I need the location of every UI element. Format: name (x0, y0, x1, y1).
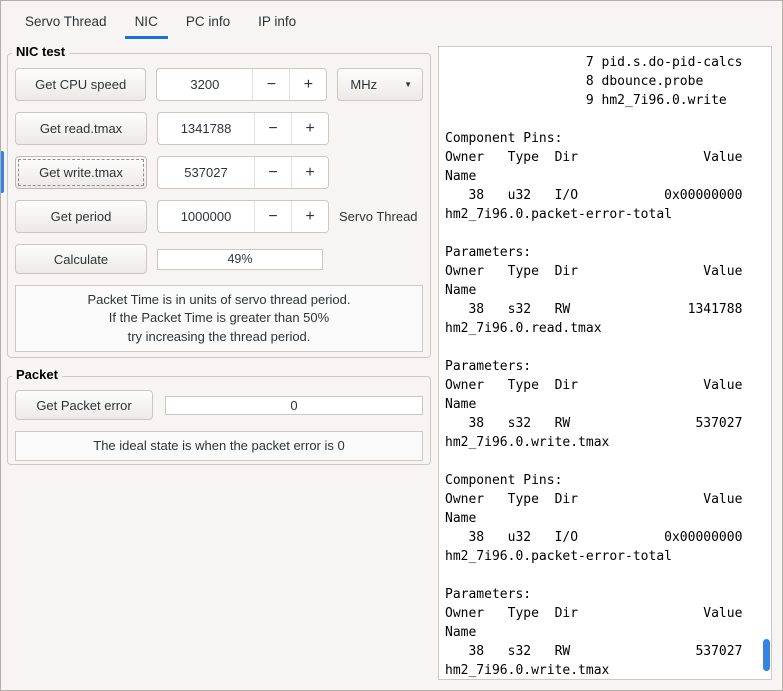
read-tmax-row: Get read.tmax 1341788 − + (15, 112, 423, 145)
tab-servo-thread[interactable]: Servo Thread (15, 4, 117, 39)
chevron-down-icon: ▼ (404, 80, 412, 89)
write-tmax-row: Get write.tmax 537027 − + (15, 156, 423, 189)
cpu-speed-value[interactable]: 3200 (157, 69, 252, 100)
app-window: Servo Thread NIC PC info IP info NIC tes… (0, 0, 783, 691)
read-tmax-spinbox: 1341788 − + (157, 112, 329, 145)
packet-group: Packet Get Packet error 0 The ideal stat… (7, 367, 431, 465)
left-scrollbar-indicator[interactable] (1, 151, 4, 193)
plus-icon[interactable]: + (291, 201, 328, 232)
nic-test-group: NIC test Get CPU speed 3200 − + MHz ▼ Ge… (7, 44, 431, 358)
packet-time-progress: 49% (157, 248, 323, 270)
hal-output-panel[interactable]: 7 pid.s.do-pid-calcs 8 dbounce.probe 9 h… (438, 46, 772, 680)
get-write-tmax-button[interactable]: Get write.tmax (15, 156, 147, 189)
get-read-tmax-button[interactable]: Get read.tmax (15, 112, 147, 145)
minus-icon[interactable]: − (252, 69, 290, 100)
vertical-scrollbar-thumb[interactable] (763, 639, 770, 671)
plus-icon[interactable]: + (291, 113, 328, 144)
tab-bar: Servo Thread NIC PC info IP info (1, 1, 782, 39)
minus-icon[interactable]: − (254, 157, 291, 188)
period-value[interactable]: 1000000 (158, 201, 254, 232)
servo-thread-label: Servo Thread (339, 209, 418, 224)
unit-dropdown[interactable]: MHz ▼ (337, 68, 423, 101)
calculate-button[interactable]: Calculate (15, 244, 147, 274)
get-cpu-speed-button[interactable]: Get CPU speed (15, 68, 147, 101)
get-period-button[interactable]: Get period (15, 200, 147, 233)
hal-output-text: 7 pid.s.do-pid-calcs 8 dbounce.probe 9 h… (445, 55, 743, 678)
packet-legend: Packet (12, 367, 62, 382)
tab-pc-info[interactable]: PC info (176, 4, 240, 39)
packet-error-field[interactable]: 0 (165, 395, 423, 415)
minus-icon[interactable]: − (254, 201, 291, 232)
nic-test-legend: NIC test (12, 44, 70, 59)
packet-error-note: The ideal state is when the packet error… (15, 431, 423, 462)
cpu-speed-row: Get CPU speed 3200 − + MHz ▼ (15, 68, 423, 101)
packet-error-row: Get Packet error 0 (15, 390, 423, 420)
tab-nic[interactable]: NIC (124, 4, 168, 39)
write-tmax-value[interactable]: 537027 (158, 157, 254, 188)
packet-time-note: Packet Time is in units of servo thread … (15, 285, 423, 353)
get-packet-error-button[interactable]: Get Packet error (15, 390, 153, 420)
unit-dropdown-value: MHz (350, 77, 378, 92)
period-row: Get period 1000000 − + Servo Thread (15, 200, 423, 233)
minus-icon[interactable]: − (254, 113, 291, 144)
calculate-row: Calculate 49% (15, 244, 423, 274)
period-spinbox: 1000000 − + (157, 200, 329, 233)
read-tmax-value[interactable]: 1341788 (158, 113, 254, 144)
plus-icon[interactable]: + (291, 157, 328, 188)
plus-icon[interactable]: + (289, 69, 327, 100)
write-tmax-spinbox: 537027 − + (157, 156, 329, 189)
cpu-speed-spinbox: 3200 − + (156, 68, 328, 101)
tab-ip-info[interactable]: IP info (248, 4, 306, 39)
